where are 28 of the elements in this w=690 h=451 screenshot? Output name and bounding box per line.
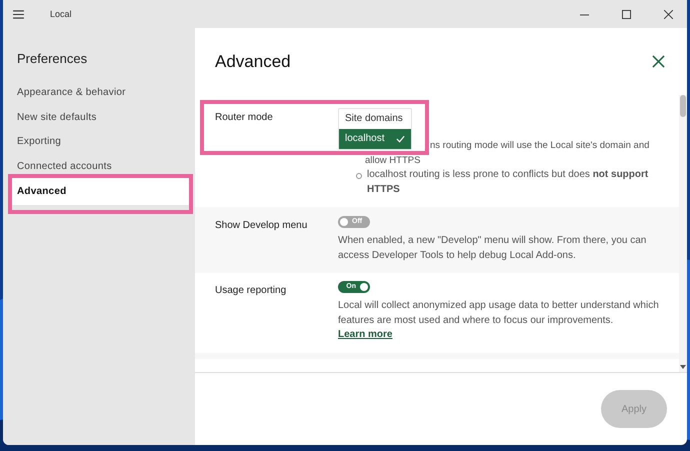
learn-more-link[interactable]: Learn more (338, 328, 392, 342)
sidebar-item[interactable]: Exporting (3, 135, 195, 150)
setting-label: Show Develop menu (215, 219, 308, 233)
sidebar-item[interactable]: Appearance & behavior (3, 86, 195, 100)
check-icon (396, 135, 405, 143)
setting-label: Router mode (215, 111, 274, 125)
scrollbar[interactable] (679, 95, 687, 372)
note-text: ns routing mode will use the Local site's domain and (430, 139, 650, 153)
dropdown-option[interactable]: localhost (339, 129, 411, 149)
note-text: localhost routing is less prone to conflicts but does not support HTTPS (367, 168, 650, 196)
note-text: allow HTTPS (365, 154, 420, 168)
scrollbar-thumb[interactable] (680, 95, 686, 117)
setting-description: When enabled, a new "Develop" menu will show. From there, you can access Developer Tools to help debug Local Add-ons. (338, 234, 648, 262)
sidebar-title: Preferences (17, 51, 88, 66)
sidebar-item[interactable]: Advanced (9, 178, 189, 206)
bullet-icon (356, 173, 362, 179)
caret-icon[interactable] (680, 365, 686, 369)
setting-description: Local will collect anonymized app usage data to better understand which features are most used and where to focus our improvements. (338, 299, 660, 328)
setting-label: Usage reporting (215, 284, 288, 298)
close-icon[interactable] (664, 10, 673, 18)
maximize-icon[interactable] (622, 10, 631, 18)
panel-title: Advanced (215, 52, 291, 72)
close-icon[interactable] (652, 55, 665, 68)
sidebar-item[interactable]: Connected accounts (3, 160, 195, 174)
window-title: Local (50, 9, 72, 19)
menu-icon[interactable] (13, 10, 24, 18)
dropdown-option[interactable]: Site domains (339, 109, 411, 129)
sidebar-item[interactable]: New site defaults (3, 110, 195, 125)
